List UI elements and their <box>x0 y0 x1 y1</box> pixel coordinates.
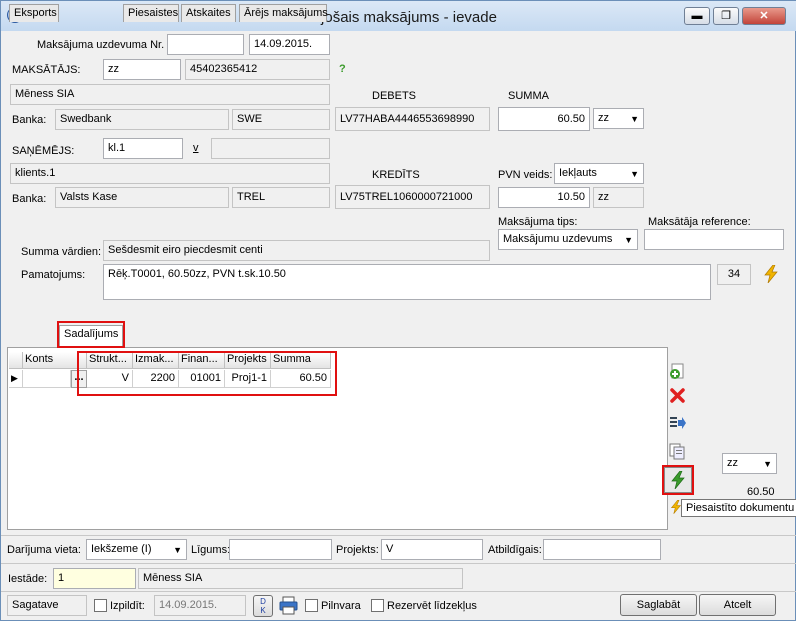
tab-piesaistes[interactable]: Piesaistes <box>123 4 179 22</box>
reserve-checkbox[interactable] <box>371 599 384 612</box>
sum-label: SUMMA <box>508 90 549 102</box>
payer-label: MAKSĀTĀJS: <box>12 64 81 76</box>
minimize-button[interactable]: ▬ <box>684 7 710 25</box>
payment-type-value: Maksājumu uzdevums <box>503 233 613 245</box>
chevron-down-icon: ▼ <box>630 169 639 179</box>
grid-total: 60.50 <box>747 486 775 498</box>
title-bar: Izejošais maksājums - ievade ▬ ❐ ✕ <box>1 1 796 31</box>
doc-date-field[interactable]: 14.09.2015. <box>249 34 330 55</box>
chevron-down-icon: ▼ <box>173 545 182 555</box>
tab-eksports[interactable]: Eksports <box>9 4 59 22</box>
institution-code-field[interactable]: 1 <box>53 568 136 589</box>
receiver-bank-label: Banka: <box>12 193 47 205</box>
debit-label: DEBETS <box>372 90 417 102</box>
responsible-field[interactable] <box>543 539 661 560</box>
sum-currency-value: zz <box>598 112 609 124</box>
execute-label: Izpildīt: <box>110 600 145 612</box>
place-value: Iekšzeme (I) <box>91 543 152 555</box>
grid-row-header <box>9 352 23 369</box>
receiver-code-field[interactable]: kl.1 <box>103 138 183 159</box>
debit-credit-button[interactable]: D K <box>253 595 273 617</box>
payment-type-select[interactable]: Maksājumu uzdevums ▼ <box>498 229 638 250</box>
project-label: Projekts: <box>336 544 379 556</box>
move-rows-icon[interactable] <box>669 415 686 431</box>
copy-document-icon[interactable] <box>669 443 686 460</box>
sum-words: Sešdesmit eiro piecdesmit centi <box>103 240 490 261</box>
tab-arejs-maksajums[interactable]: Ārējs maksājums <box>239 4 328 22</box>
row-pointer-icon: ▶ <box>9 370 23 388</box>
receiver-link[interactable]: v <box>193 142 199 154</box>
sum-words-label: Summa vārdien: <box>21 246 102 258</box>
basis-char-count: 34 <box>717 264 751 285</box>
proxy-label: Pilnvara <box>321 600 361 612</box>
grid-currency-select[interactable]: zz ▼ <box>722 453 777 474</box>
payer-reference-field[interactable] <box>644 229 784 250</box>
payer-reference-label: Maksātāja reference: <box>648 216 751 228</box>
payer-bank-code: SWE <box>232 109 330 130</box>
vat-sum-field[interactable]: 10.50 <box>498 187 590 208</box>
divider <box>1 591 796 592</box>
receiver-bank-code: TREL <box>232 187 330 208</box>
institution-label: Iestāde: <box>8 573 48 585</box>
project-field[interactable]: V <box>381 539 483 560</box>
receiver-label: SAŅĒMĒJS: <box>12 145 75 157</box>
highlight-grid <box>77 351 337 396</box>
doc-number-label: Maksājuma uzdevuma Nr. <box>37 39 165 51</box>
add-row-icon[interactable] <box>669 363 686 380</box>
place-label: Darījuma vieta: <box>7 544 81 556</box>
proxy-checkbox[interactable] <box>305 599 318 612</box>
grid-currency-value: zz <box>727 457 738 469</box>
execute-checkbox[interactable] <box>94 599 107 612</box>
vat-type-value: Iekļauts <box>559 167 597 179</box>
payer-code-field[interactable]: zz <box>103 59 181 80</box>
chevron-down-icon: ▼ <box>624 235 633 245</box>
basis-textarea[interactable]: Rēķ.T0001, 60.50zz, PVN t.sk.10.50 <box>103 264 711 300</box>
tab-atskaites[interactable]: Atskaites <box>181 4 236 22</box>
payer-bank-name: Swedbank <box>55 109 229 130</box>
window-title: Izejošais maksājums - ievade <box>301 9 497 26</box>
lightning-icon[interactable] <box>763 265 779 283</box>
place-select[interactable]: Iekšzeme (I) ▼ <box>86 539 187 560</box>
execute-date-field: 14.09.2015. <box>154 595 246 616</box>
highlight-tab <box>57 321 125 348</box>
printer-icon[interactable] <box>279 596 298 615</box>
credit-account: LV75TREL1060000721000 <box>335 185 490 209</box>
chevron-down-icon: ▼ <box>763 459 772 469</box>
contract-field[interactable] <box>229 539 332 560</box>
vat-type-label: PVN veids: <box>498 169 553 181</box>
contract-label: Līgums: <box>191 544 231 556</box>
sum-field[interactable]: 60.50 <box>498 107 590 131</box>
highlight-button <box>662 465 694 495</box>
payer-bank-label: Banka: <box>12 114 47 126</box>
receiver-bank-name: Valsts Kase <box>55 187 229 208</box>
divider <box>1 563 796 564</box>
basis-label: Pamatojums: <box>21 269 86 281</box>
close-button[interactable]: ✕ <box>742 7 786 25</box>
payment-type-label: Maksājuma tips: <box>498 216 578 228</box>
sum-currency-select[interactable]: zz ▼ <box>593 108 644 129</box>
credit-label: KREDĪTS <box>372 169 420 181</box>
receiver-extra-field <box>211 138 330 159</box>
maximize-button[interactable]: ❐ <box>713 7 739 25</box>
cancel-button[interactable]: Atcelt <box>699 594 776 616</box>
vat-currency: zz <box>593 187 644 208</box>
payer-name: Mēness SIA <box>10 84 330 105</box>
payment-window: Izejošais maksājums - ievade ▬ ❐ ✕ Maksā… <box>0 0 796 621</box>
save-button[interactable]: Saglabāt <box>620 594 697 616</box>
payer-reg-number: 45402365412 <box>185 59 330 80</box>
institution-name: Mēness SIA <box>138 568 463 589</box>
vat-type-select[interactable]: Iekļauts ▼ <box>554 163 644 184</box>
tooltip: Piesaistīto dokumentu <box>681 499 796 517</box>
chevron-down-icon: ▼ <box>630 114 639 124</box>
doc-number-field[interactable] <box>167 34 244 55</box>
responsible-label: Atbildīgais: <box>488 544 542 556</box>
delete-row-icon[interactable] <box>670 388 685 403</box>
debit-account: LV77HABA4446553698990 <box>335 107 490 131</box>
help-icon[interactable]: ? <box>339 63 346 75</box>
grid-cell-konts[interactable] <box>23 370 71 388</box>
reserve-label: Rezervēt līdzekļus <box>387 600 477 612</box>
status-field: Sagatave <box>7 595 87 616</box>
divider <box>1 535 796 536</box>
receiver-name: klients.1 <box>10 163 330 184</box>
